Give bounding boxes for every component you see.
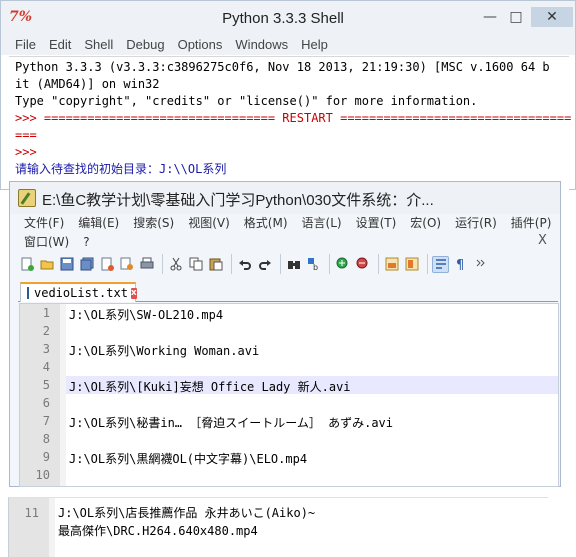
line-number: 2 [42, 324, 50, 338]
line-number: 4 [42, 360, 50, 374]
print-icon[interactable] [138, 256, 155, 273]
menu-window[interactable]: 窗口(W) [24, 233, 69, 251]
more-icon[interactable] [472, 256, 489, 273]
svg-text:¶: ¶ [456, 258, 464, 271]
menu-shell[interactable]: Shell [84, 35, 113, 55]
menu-edit[interactable]: Edit [49, 35, 71, 55]
menu-macro[interactable]: 宏(O) [410, 214, 441, 232]
python-shell-window: 7% Python 3.3.3 Shell — □ ✕ File Edit Sh… [0, 0, 576, 190]
code-line: J:\OL系列\Working Woman.avi [69, 344, 260, 358]
close-all-icon[interactable] [118, 256, 135, 273]
close-icon[interactable] [98, 256, 115, 273]
close-document-button[interactable]: X [538, 233, 547, 248]
save-all-icon[interactable] [78, 256, 95, 273]
toolbar-separator [427, 254, 428, 274]
editor-fragment[interactable]: 11 J:\OL系列\店長推薦作品 永井あいこ(Aiko)~ 最高傑作\DRC.… [8, 497, 548, 557]
copy-icon[interactable] [187, 256, 204, 273]
notepad-plus-plus-logo-icon [18, 189, 36, 207]
menu-settings[interactable]: 设置(T) [356, 214, 397, 232]
code-line-wrapped: 最高傑作\DRC.H264.640x480.mp4 [58, 524, 258, 538]
fold-margin [49, 498, 55, 557]
menu-windows[interactable]: Windows [235, 35, 288, 55]
sync-v-icon[interactable] [383, 256, 400, 273]
menu-view[interactable]: 视图(V) [188, 214, 230, 232]
npp-menu-bar: 文件(F) 编辑(E) 搜索(S) 视图(V) 格式(M) 语言(L) 设置(T… [10, 214, 560, 250]
redo-icon[interactable] [256, 256, 273, 273]
save-icon[interactable] [58, 256, 75, 273]
word-wrap-icon[interactable] [432, 255, 449, 273]
text-editor[interactable]: 1 J:\OL系列\SW-OL210.mp4 2 3 J:\OL系列\Worki… [19, 303, 559, 487]
menu-debug[interactable]: Debug [126, 35, 164, 55]
code-line: J:\OL系列\SW-OL210.mp4 [69, 308, 224, 322]
line-number: 7 [42, 414, 50, 428]
line-number: 6 [42, 396, 50, 410]
menu-file[interactable]: File [15, 35, 36, 55]
menu-help[interactable]: Help [301, 35, 328, 55]
line-number: 10 [35, 468, 50, 482]
show-all-chars-icon[interactable]: ¶ [452, 256, 469, 273]
sync-h-icon[interactable] [403, 256, 420, 273]
minimize-button[interactable]: — [477, 7, 503, 27]
line-number: 8 [42, 432, 50, 446]
menu-file[interactable]: 文件(F) [24, 214, 64, 232]
toolbar-separator [231, 254, 232, 274]
maximize-button[interactable]: □ [503, 7, 529, 27]
line-number: 11 [24, 506, 39, 520]
line-number: 1 [42, 306, 50, 320]
fold-margin [60, 304, 66, 486]
menu-plugins[interactable]: 插件(P) [511, 214, 552, 232]
notepad-plus-plus-window: E:\鱼C教学计划\零基础入门学习Python\030文件系统：介... 文件(… [9, 181, 561, 487]
toolbar-separator [378, 254, 379, 274]
shell-restart-line: >>> ================================ RES… [15, 111, 572, 125]
paste-icon[interactable] [207, 256, 224, 273]
open-file-icon[interactable] [38, 256, 55, 273]
menu-options[interactable]: Options [178, 35, 223, 55]
tab-close-icon[interactable]: x [130, 287, 137, 299]
saved-file-icon [27, 287, 29, 299]
code-line: J:\OL系列\黒網襪OL(中文字幕)\ELO.mp4 [69, 452, 308, 466]
toolbar-separator [162, 254, 163, 274]
tab-label: vedioList.txt [34, 286, 128, 300]
npp-toolbar: b ¶ [18, 250, 558, 278]
toolbar-separator [280, 254, 281, 274]
close-button[interactable]: ✕ [531, 7, 573, 27]
shell-banner-line: it (AMD64)] on win32 [15, 77, 160, 91]
menu-help[interactable]: ? [83, 233, 89, 251]
shell-input-prompt: 请输入待查找的初始目录：J:\\OL系列 [15, 162, 227, 176]
shell-banner-line: Type "copyright", "credits" or "license(… [15, 94, 478, 108]
replace-icon[interactable]: b [305, 256, 322, 273]
menu-search[interactable]: 搜索(S) [133, 214, 174, 232]
line-number: 3 [42, 342, 50, 356]
shell-title-bar[interactable]: 7% Python 3.3.3 Shell — □ ✕ [1, 1, 575, 35]
zoom-in-icon[interactable] [334, 256, 351, 273]
tab-vediolist[interactable]: vedioList.txt x [20, 282, 137, 302]
shell-restart-line: === [15, 128, 37, 142]
find-icon[interactable] [285, 256, 302, 273]
code-line: J:\OL系列\店長推薦作品 永井あいこ(Aiko)~ [58, 506, 316, 520]
menu-format[interactable]: 格式(M) [244, 214, 288, 232]
code-line: J:\OL系列\秘書in… ［脅迫スイートルーム］ あずみ.avi [69, 416, 394, 430]
npp-window-title: E:\鱼C教学计划\零基础入门学习Python\030文件系统：介... [42, 192, 434, 209]
svg-text:b: b [313, 263, 318, 271]
shell-output-area[interactable]: Python 3.3.3 (v3.3.3:c3896275c0f6, Nov 1… [9, 56, 572, 190]
shell-banner-line: Python 3.3.3 (v3.3.3:c3896275c0f6, Nov 1… [15, 60, 550, 74]
line-number: 5 [42, 378, 50, 392]
code-line: J:\OL系列\[Kuki]妄想 Office Lady 新人.avi [69, 380, 351, 394]
toolbar-separator [329, 254, 330, 274]
undo-icon[interactable] [236, 256, 253, 273]
cut-icon[interactable] [167, 256, 184, 273]
menu-run[interactable]: 运行(R) [455, 214, 497, 232]
zoom-out-icon[interactable] [354, 256, 371, 273]
document-tab-bar: vedioList.txt x [18, 282, 558, 302]
npp-title-bar[interactable]: E:\鱼C教学计划\零基础入门学习Python\030文件系统：介... [10, 182, 560, 214]
shell-prompt: >>> [15, 145, 44, 159]
menu-language[interactable]: 语言(L) [302, 214, 342, 232]
line-number: 9 [42, 450, 50, 464]
shell-menu-bar: File Edit Shell Debug Options Windows He… [1, 35, 575, 55]
menu-edit[interactable]: 编辑(E) [78, 214, 119, 232]
new-file-icon[interactable] [18, 256, 35, 273]
